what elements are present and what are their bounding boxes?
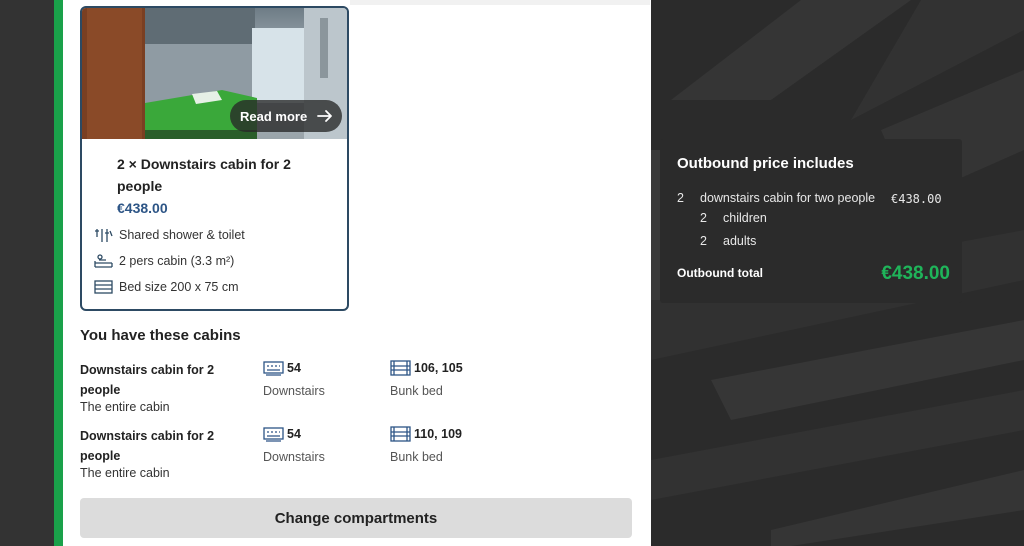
- cabin-sub: The entire cabin: [80, 466, 170, 480]
- change-compartments-button[interactable]: Change compartments: [80, 498, 632, 538]
- feature-label: Bed size 200 x 75 cm: [119, 280, 239, 294]
- outbound-total-label: Outbound total: [677, 266, 763, 280]
- summary-side-tab: [651, 150, 660, 300]
- summary-item-label: children: [723, 211, 767, 225]
- accent-bar: [54, 0, 63, 546]
- outbound-price-summary: Outbound price includes 2 downstairs cab…: [660, 139, 962, 303]
- cabin-row: Downstairs cabin for 2 people The entire…: [80, 360, 640, 420]
- summary-qty: 2: [700, 211, 707, 225]
- bed-numbers: 110, 109: [414, 427, 462, 441]
- summary-item-label: downstairs cabin for two people: [700, 191, 876, 205]
- read-more-button[interactable]: Read more: [230, 100, 342, 132]
- deck-icon: [263, 361, 284, 376]
- arrow-right-icon: [317, 110, 333, 122]
- feature-cabin-size: 2 pers cabin (3.3 m²): [94, 253, 234, 269]
- cabin-name: Downstairs cabin for 2 people: [80, 363, 215, 397]
- summary-item-label: adults: [723, 234, 757, 248]
- read-more-label: Read more: [240, 108, 308, 124]
- background-left: [0, 0, 54, 546]
- deck-number: 54: [287, 361, 301, 375]
- deck-icon: [263, 427, 284, 442]
- cabin-name: Downstairs cabin for 2 people: [80, 429, 215, 463]
- cabin-title: 2 × Downstairs cabin for 2 people: [117, 156, 291, 194]
- person-bed-icon: [94, 254, 113, 268]
- panel-top-edge: [350, 0, 650, 5]
- cabin-price: €438.00: [117, 200, 168, 216]
- bed-numbers: 106, 105: [414, 361, 463, 375]
- cabin-sub: The entire cabin: [80, 400, 170, 414]
- summary-title: Outbound price includes: [677, 155, 854, 172]
- cabin-beds: 110, 109 Bunk bed: [390, 426, 462, 464]
- cabin-deck: 54 Downstairs: [263, 426, 325, 464]
- feature-label: 2 pers cabin (3.3 m²): [119, 254, 235, 268]
- cabin-row: Downstairs cabin for 2 people The entire…: [80, 426, 640, 486]
- bed-label: Bunk bed: [390, 450, 443, 464]
- feature-bed-size: Bed size 200 x 75 cm: [94, 279, 239, 295]
- cabin-beds: 106, 105 Bunk bed: [390, 360, 463, 398]
- bed-icon: [94, 280, 113, 294]
- bunk-bed-icon: [390, 360, 411, 376]
- cabin-photo: Read more: [82, 8, 347, 139]
- feature-shower: Shared shower & toilet: [94, 227, 245, 243]
- deck-label: Downstairs: [263, 450, 325, 464]
- outbound-total-value: €438.00: [881, 263, 950, 284]
- deck-number: 54: [287, 427, 301, 441]
- cabins-section-title: You have these cabins: [80, 327, 241, 344]
- summary-qty: 2: [677, 191, 684, 205]
- bed-label: Bunk bed: [390, 384, 443, 398]
- bunk-bed-icon: [390, 426, 411, 442]
- deck-label: Downstairs: [263, 384, 325, 398]
- cabin-card[interactable]: Read more 2 × Downstairs cabin for 2 peo…: [80, 6, 349, 311]
- summary-item-price: €438.00: [891, 192, 942, 206]
- shower-icon: [95, 229, 113, 242]
- summary-qty: 2: [700, 234, 707, 248]
- feature-label: Shared shower & toilet: [119, 228, 245, 242]
- cabin-deck: 54 Downstairs: [263, 360, 325, 398]
